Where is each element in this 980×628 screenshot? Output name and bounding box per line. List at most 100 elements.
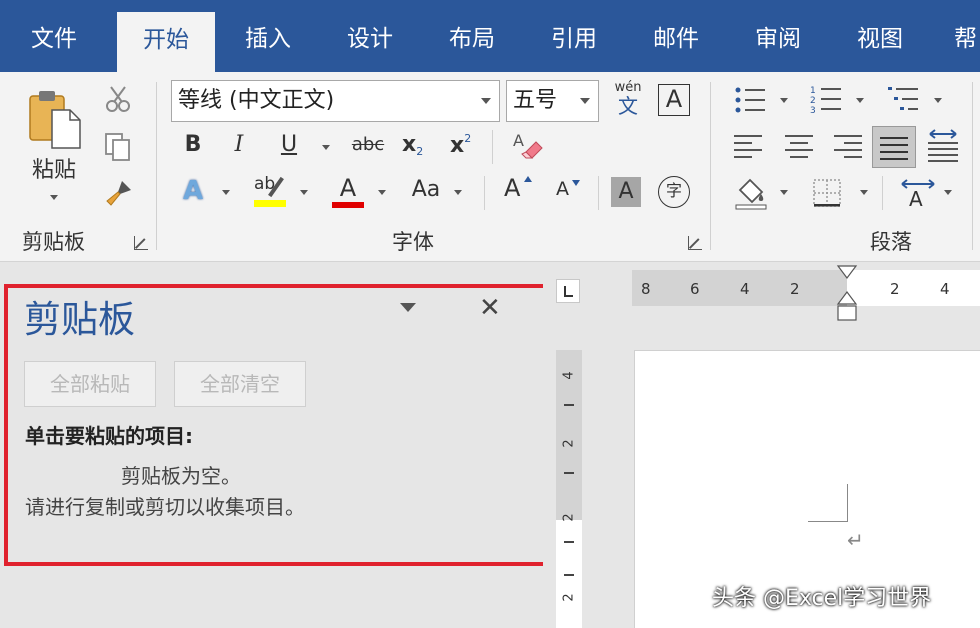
highlight-button[interactable]: ab — [252, 174, 288, 210]
multilevel-list-button[interactable] — [888, 84, 920, 116]
ruler-tick — [564, 472, 574, 474]
numbered-list-icon: 1 2 3 — [810, 86, 841, 116]
caret-down-icon — [572, 180, 580, 186]
text-effects-button[interactable]: A — [178, 176, 208, 206]
bullets-button[interactable] — [734, 86, 766, 116]
copy-button[interactable] — [104, 132, 132, 162]
highlight-color-bar — [254, 200, 286, 207]
paragraph-group-label: 段落 — [870, 230, 912, 254]
shading-button[interactable] — [734, 176, 768, 210]
character-shading-button[interactable]: A — [611, 177, 641, 207]
tab-view[interactable]: 视图 — [840, 0, 920, 72]
borders-button[interactable] — [812, 178, 842, 208]
font-color-dropdown-icon[interactable] — [378, 190, 386, 195]
ruler-number: 8 — [641, 280, 651, 298]
ruler-number: 6 — [690, 280, 700, 298]
ruler-number: 2 — [790, 280, 800, 298]
left-tab-icon — [564, 286, 573, 297]
bold-button[interactable]: B — [180, 132, 206, 157]
tab-design[interactable]: 设计 — [330, 0, 410, 72]
font-color-bar — [332, 202, 364, 208]
ruler-number: 4 — [940, 280, 950, 298]
chevron-down-icon[interactable] — [580, 98, 590, 104]
paint-bucket-icon — [735, 178, 767, 210]
align-right-button[interactable] — [832, 134, 862, 158]
caret-up-icon — [524, 176, 532, 182]
enclose-characters-button[interactable]: 字 — [658, 176, 690, 208]
align-center-button[interactable] — [784, 134, 814, 158]
paste-button[interactable] — [26, 88, 82, 150]
shrink-font-button[interactable]: A — [556, 178, 586, 208]
eraser-icon: A — [513, 131, 543, 159]
multilevel-list-icon — [888, 87, 918, 110]
numbering-button[interactable]: 1 2 3 — [810, 84, 842, 116]
tab-mailings[interactable]: 邮件 — [636, 0, 716, 72]
change-case-dropdown-icon[interactable] — [454, 190, 462, 195]
clipboard-launcher-icon[interactable] — [134, 236, 148, 250]
align-center-icon — [785, 135, 813, 158]
annotation-highlight-box — [4, 284, 552, 566]
font-name-combo[interactable]: 等线 (中文正文) — [171, 80, 500, 122]
distributed-button[interactable] — [926, 128, 960, 162]
strikethrough-button[interactable]: abc — [350, 134, 386, 155]
tab-references[interactable]: 引用 — [534, 0, 614, 72]
font-color-button[interactable]: A — [330, 174, 366, 210]
subscript-button[interactable]: x2 — [402, 132, 432, 160]
phonetic-guide-button[interactable]: wén 文 — [610, 81, 646, 123]
superscript-mark: 2 — [464, 132, 472, 145]
underline-dropdown-icon[interactable] — [322, 145, 330, 150]
chinese-layout-button[interactable]: A — [900, 176, 936, 211]
text-boundary-corner — [808, 484, 848, 522]
tab-help[interactable]: 帮 — [942, 0, 980, 72]
bullets-dropdown-icon[interactable] — [780, 98, 788, 103]
clear-formatting-button[interactable]: A — [512, 130, 544, 162]
copy-icon — [105, 133, 130, 161]
chinese-layout-dropdown-icon[interactable] — [944, 190, 952, 195]
tab-insert[interactable]: 插入 — [228, 0, 308, 72]
underline-button[interactable]: U — [276, 132, 302, 157]
numbering-dropdown-icon[interactable] — [856, 98, 864, 103]
superscript-button[interactable]: x2 — [450, 132, 480, 160]
shading-dropdown-icon[interactable] — [780, 190, 788, 195]
ruler-number: 2 — [561, 593, 577, 602]
font-group-label: 字体 — [392, 230, 434, 254]
align-left-button[interactable] — [734, 134, 764, 158]
change-case-button[interactable]: Aa — [408, 177, 444, 202]
align-right-icon — [834, 135, 862, 158]
justify-button[interactable] — [872, 126, 916, 168]
shrink-font-label: A — [556, 178, 569, 200]
tab-layout[interactable]: 布局 — [432, 0, 512, 72]
font-launcher-icon[interactable] — [688, 236, 702, 250]
grow-font-label: A — [504, 174, 521, 202]
text-effects-dropdown-icon[interactable] — [222, 190, 230, 195]
tab-home[interactable]: 开始 — [117, 12, 215, 72]
chevron-down-icon[interactable] — [481, 98, 491, 104]
grow-font-button[interactable]: A — [504, 174, 536, 208]
group-separator — [484, 176, 485, 210]
indent-marker[interactable] — [836, 264, 858, 324]
borders-dropdown-icon[interactable] — [860, 190, 868, 195]
watermark-text: 头条 @Excel学习世界 — [712, 586, 932, 611]
font-size-value: 五号 — [513, 88, 558, 113]
align-left-icon — [734, 135, 762, 158]
tab-review[interactable]: 审阅 — [738, 0, 818, 72]
format-painter-button[interactable] — [104, 178, 134, 208]
subscript-mark: 2 — [416, 145, 424, 158]
tab-stop-selector[interactable] — [556, 279, 580, 303]
cut-button[interactable] — [104, 85, 132, 113]
italic-button[interactable]: I — [226, 132, 252, 157]
paste-label[interactable]: 粘贴 — [26, 152, 82, 184]
paste-dropdown-icon[interactable] — [50, 195, 58, 200]
justify-icon — [880, 137, 908, 160]
paragraph-mark-icon: ↵ — [847, 528, 864, 552]
chinese-layout-icon: A — [901, 179, 935, 211]
font-size-combo[interactable]: 五号 — [506, 80, 599, 122]
character-border-button[interactable]: A — [658, 84, 690, 116]
multilevel-dropdown-icon[interactable] — [934, 98, 942, 103]
highlight-dropdown-icon[interactable] — [300, 190, 308, 195]
tab-file[interactable]: 文件 — [14, 0, 94, 72]
group-separator — [710, 82, 711, 250]
subscript-x: x — [402, 132, 417, 157]
svg-text:2: 2 — [810, 96, 816, 106]
group-separator — [598, 176, 599, 210]
